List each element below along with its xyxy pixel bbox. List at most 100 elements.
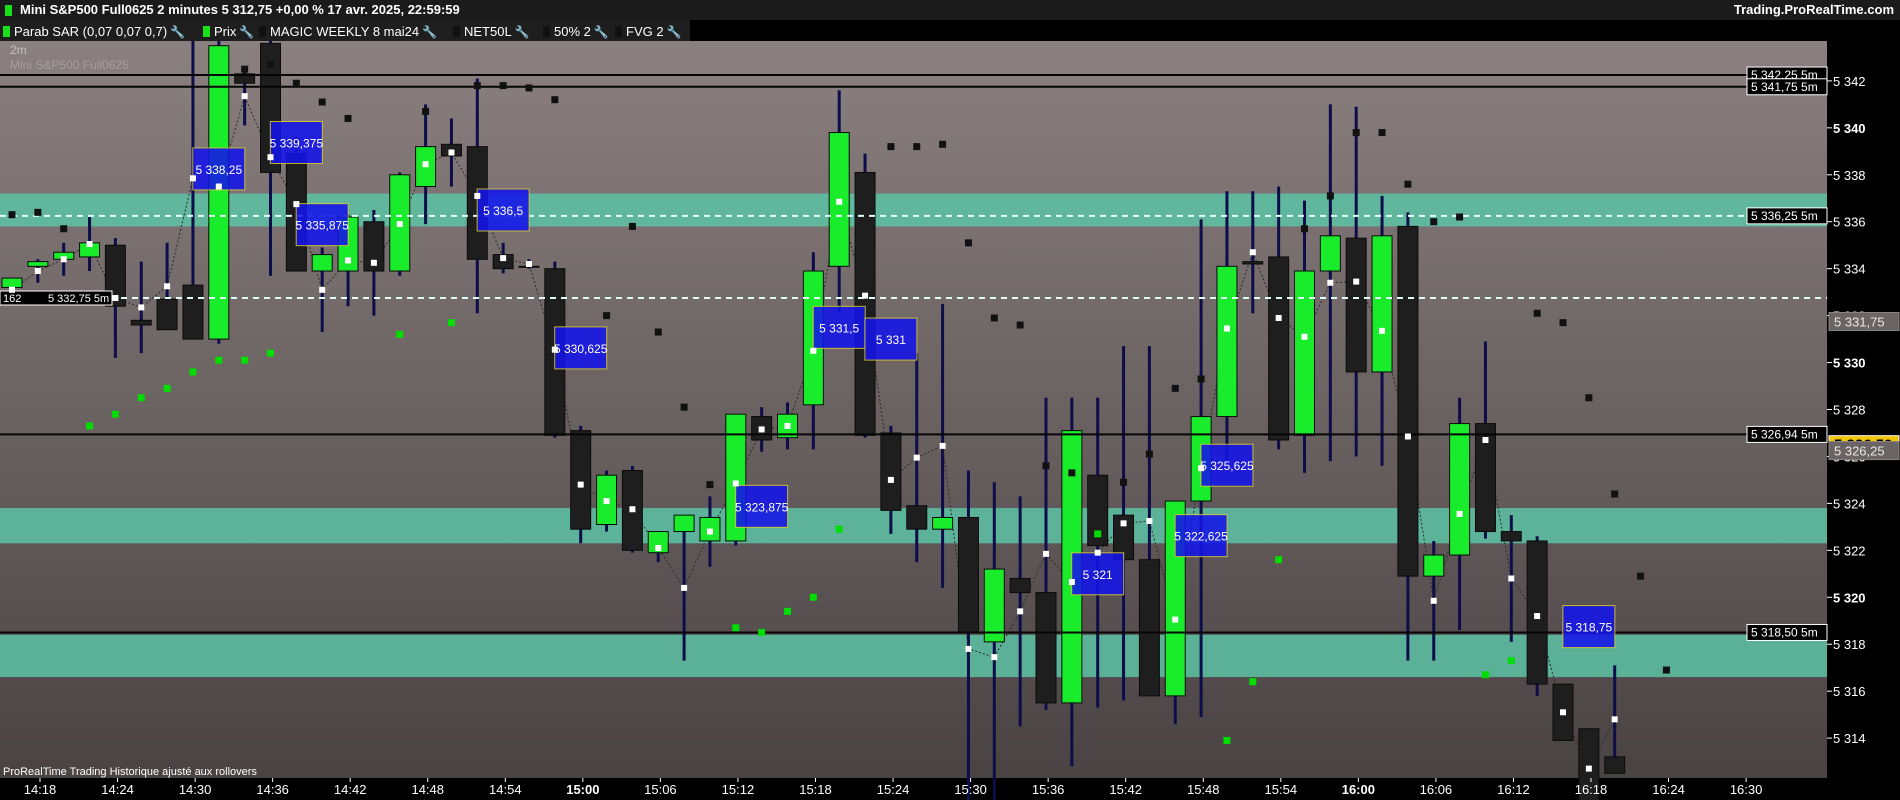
x-tick-label: 16:24 (1652, 782, 1685, 797)
sar-point (1611, 490, 1619, 498)
fifty-pct-label: 5 336,5 (483, 204, 523, 218)
sar-point (163, 384, 171, 392)
fifty-pct-label: 5 321 (1083, 568, 1113, 582)
mid-dot (887, 476, 894, 483)
mid-dot (60, 256, 67, 263)
x-tick-label: 16:06 (1420, 782, 1453, 797)
sar-point (1533, 309, 1541, 317)
indicator-color-swatch (453, 26, 460, 37)
mid-dot (1172, 616, 1179, 623)
sar-point (1249, 678, 1257, 686)
mid-dot (215, 183, 222, 190)
fvg-zone (0, 193, 1827, 227)
indicator-prix[interactable]: Prix 🔧 (200, 21, 254, 40)
mid-dot (1043, 550, 1049, 557)
indicator-fvg[interactable]: FVG 2 🔧 (612, 21, 682, 40)
level-label: 5 341,75 5m (1751, 80, 1818, 94)
sar-point (1301, 225, 1308, 233)
sar-point (784, 607, 791, 615)
mid-dot (1120, 520, 1127, 527)
mid-dot (991, 654, 998, 661)
bull-candle (1371, 235, 1393, 373)
sar-point (913, 143, 921, 151)
sar-point (628, 222, 636, 230)
y-tick-label: 5 314 (1833, 731, 1866, 746)
sar-point (1481, 671, 1489, 679)
sar-point (422, 107, 430, 115)
x-tick-label: 16:18 (1575, 782, 1608, 797)
wrench-icon[interactable]: 🔧 (515, 25, 530, 39)
sar-point (292, 79, 300, 87)
price-chart[interactable]: 5 342,25 5m5 341,75 5m5 336,25 5m162 5 33… (0, 41, 1900, 800)
x-tick-label: 14:36 (256, 782, 289, 797)
mid-dot (577, 481, 584, 488)
mid-dot (1249, 249, 1256, 256)
indicator-net50l[interactable]: NET50L 🔧 (450, 21, 530, 40)
mid-dot (112, 295, 119, 302)
bear-candle (1268, 256, 1290, 441)
price-tag-label: 5 326,25 (1834, 444, 1885, 459)
sar-point (1120, 478, 1128, 486)
x-tick-label: 15:54 (1265, 782, 1298, 797)
bull-candle (1294, 270, 1315, 436)
mid-dot (396, 221, 403, 228)
x-tick-label: 16:00 (1342, 782, 1375, 797)
sar-point (1145, 450, 1153, 458)
mid-dot (1017, 608, 1024, 615)
mid-dot (655, 544, 662, 551)
mid-dot (164, 283, 171, 290)
instrument-watermark: Mini S&P500 Full0625 (10, 58, 129, 72)
sar-point (137, 394, 145, 402)
fifty-pct-label: 5 325,625 (1200, 459, 1254, 473)
mid-dot (1508, 575, 1515, 582)
wrench-icon[interactable]: 🔧 (594, 25, 609, 39)
sar-point (1404, 180, 1412, 188)
mid-dot (34, 268, 41, 275)
sar-point (1275, 556, 1283, 564)
indicator-parab-sar[interactable]: Parab SAR (0,07 0,07 0,7) 🔧 (0, 21, 185, 40)
wrench-icon[interactable]: 🔧 (170, 25, 185, 39)
bull-candle (932, 516, 954, 530)
indicator-label: FVG 2 (626, 24, 664, 39)
mid-dot (1327, 279, 1334, 286)
x-tick-label: 15:36 (1032, 782, 1065, 797)
mid-dot (370, 259, 377, 266)
indicator-50pct[interactable]: 50% 2 🔧 (540, 21, 609, 40)
sar-point (1430, 218, 1438, 226)
indicator-magic-weekly[interactable]: MAGIC WEEKLY 8 mai24 🔧 (256, 21, 437, 40)
sar-point (1662, 666, 1670, 674)
mid-dot (1430, 597, 1437, 604)
sar-point (499, 82, 507, 90)
x-tick-label: 16:30 (1730, 782, 1763, 797)
brand-label: Trading.ProRealTime.com (1733, 2, 1894, 17)
x-tick-label: 14:42 (334, 782, 367, 797)
x-tick-label: 14:48 (411, 782, 444, 797)
bull-candle (27, 261, 49, 267)
y-tick-label: 5 338 (1833, 168, 1866, 183)
indicator-color-swatch (203, 26, 210, 37)
wrench-icon[interactable]: 🔧 (239, 25, 254, 39)
footer-note: ProRealTime Trading Historique ajusté au… (3, 766, 257, 778)
sar-point (525, 84, 533, 92)
fifty-pct-label: 5 335,875 (296, 219, 350, 233)
x-tick-label: 14:30 (179, 782, 212, 797)
bear-candle (1009, 577, 1031, 594)
y-tick-label: 5 320 (1833, 590, 1866, 605)
wrench-icon[interactable]: 🔧 (667, 25, 682, 39)
x-tick-label: 15:24 (877, 782, 910, 797)
sar-point (267, 349, 274, 357)
indicator-color-swatch (259, 26, 266, 37)
mid-dot (1456, 510, 1463, 517)
x-tick-label: 14:24 (101, 782, 134, 797)
fifty-pct-label: 5 323,875 (735, 500, 789, 514)
x-tick-label: 16:12 (1497, 782, 1530, 797)
mid-dot (1611, 716, 1618, 723)
status-flag-icon (5, 5, 12, 16)
bear-candle (906, 505, 928, 530)
mid-dot (448, 149, 455, 156)
x-tick-label: 14:54 (489, 782, 522, 797)
mid-dot (1482, 437, 1489, 444)
wrench-icon[interactable]: 🔧 (422, 25, 437, 39)
mid-dot (1534, 613, 1541, 620)
sar-point (1042, 462, 1050, 470)
